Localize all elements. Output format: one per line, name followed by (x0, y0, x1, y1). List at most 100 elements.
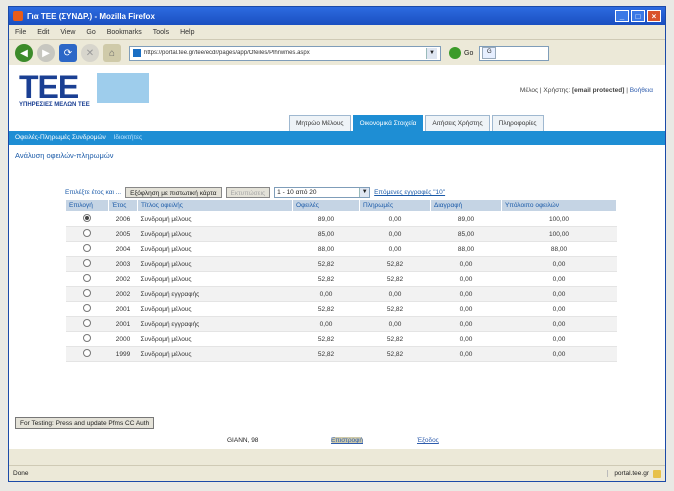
reload-icon[interactable]: ⟳ (59, 44, 77, 62)
cell-year: 2003 (108, 256, 138, 272)
tab-financial-data[interactable]: Οικονομικά Στοιχεία (352, 115, 424, 131)
cell-deleted: 85,00 (430, 226, 502, 242)
row-radio-button[interactable] (83, 319, 91, 327)
cell-title: Συνδρομή μέλους (137, 226, 293, 242)
window-title: Για ΤΕΕ (ΣΥΝΔΡ.) - Mozilla Firefox (27, 11, 155, 21)
cell-title: Συνδρομή μέλους (137, 346, 293, 362)
cell-deleted: 0,00 (430, 256, 502, 272)
cell-paid: 52,82 (359, 331, 431, 347)
row-radio-button[interactable] (83, 259, 91, 267)
cell-paid: 0,00 (359, 211, 431, 227)
row-radio-button[interactable] (83, 244, 91, 252)
url-text[interactable]: https://portal.tee.gr/tee/ecdr/pages/app… (144, 50, 426, 56)
menu-tools[interactable]: Tools (153, 29, 169, 36)
cell-deleted: 0,00 (430, 331, 502, 347)
stop-icon[interactable]: ✕ (81, 44, 99, 62)
page-range-value: 1 - 10 από 20 (277, 189, 317, 196)
menu-go[interactable]: Go (86, 29, 95, 36)
forward-icon[interactable]: ▶ (37, 44, 55, 62)
table-row: 2001 Συνδρομή μέλους 52,82 52,82 0,00 0,00 (65, 301, 617, 317)
cell-debt: 0,00 (292, 286, 360, 302)
cell-title: Συνδρομή μέλους (137, 211, 293, 227)
table-row: 2002 Συνδρομή μέλους 52,82 52,82 0,00 0,00 (65, 271, 617, 287)
test-update-button[interactable]: For Testing: Press and update Pfms CC Au… (15, 417, 155, 429)
cell-title: Συνδρομή μέλους (137, 241, 293, 257)
cell-select (65, 316, 109, 332)
row-radio-button[interactable] (83, 229, 91, 237)
cell-year: 2001 (108, 301, 138, 317)
cell-title: Συνδρομή εγγραφής (137, 316, 293, 332)
col-paid: Πληρωμές (359, 199, 431, 212)
home-icon[interactable]: ⌂ (103, 44, 121, 62)
footer-exit-link[interactable]: Έξοδος (417, 437, 439, 444)
cell-balance: 0,00 (501, 271, 617, 287)
cell-debt: 52,82 (292, 256, 360, 272)
select-year-label: Επιλέξτε έτος και ... (65, 189, 122, 196)
cell-select (65, 241, 109, 257)
table-row: 2000 Συνδρομή μέλους 52,82 52,82 0,00 0,00 (65, 331, 617, 347)
cell-year: 2002 (108, 271, 138, 287)
menu-help[interactable]: Help (180, 29, 194, 36)
cell-debt: 0,00 (292, 316, 360, 332)
page-title: Ανάλυση οφειλών-πληρωμών (15, 151, 114, 160)
table-row: 2002 Συνδρομή εγγραφής 0,00 0,00 0,00 0,00 (65, 286, 617, 302)
cell-title: Συνδρομή μέλους (137, 271, 293, 287)
chevron-down-icon[interactable]: ▼ (359, 188, 370, 197)
tab-information[interactable]: Πληροφορίες (491, 115, 544, 131)
close-button[interactable]: × (647, 10, 661, 22)
help-link[interactable]: Βοήθεια (630, 87, 653, 94)
search-engine-icon[interactable]: G (482, 47, 497, 59)
cell-deleted: 89,00 (430, 211, 502, 227)
cell-select (65, 286, 109, 302)
row-radio-button[interactable] (83, 334, 91, 342)
next-records-link[interactable]: Επόμενες εγγραφές "10" (374, 189, 445, 196)
lock-icon[interactable] (653, 469, 661, 478)
logo-text: ΤΕΕ (19, 69, 79, 105)
back-icon[interactable]: ◀ (15, 44, 33, 62)
tab-member-registry[interactable]: Μητρώο Μέλους (289, 115, 351, 131)
menu-file[interactable]: File (15, 29, 26, 36)
cell-year: 2001 (108, 316, 138, 332)
row-radio-button[interactable] (83, 214, 91, 222)
print-button: Εκτυπώσεις (225, 187, 271, 198)
row-radio-button[interactable] (83, 349, 91, 357)
cell-select (65, 331, 109, 347)
user-email: [email protected] (572, 87, 625, 94)
menu-view[interactable]: View (60, 29, 75, 36)
cell-debt: 52,82 (292, 301, 360, 317)
cell-year: 2006 (108, 211, 138, 227)
go-button[interactable]: Go (449, 47, 473, 59)
title-bar: Για ΤΕΕ (ΣΥΝΔΡ.) - Mozilla Firefox _ □ × (9, 7, 665, 25)
address-bar[interactable]: https://portal.tee.gr/tee/ecdr/pages/app… (129, 45, 441, 61)
cell-balance: 0,00 (501, 286, 617, 302)
section-bar: Οφειλές-Πληρωμές Συνδρομών Ιδιοκτήτες (9, 131, 665, 145)
cell-deleted: 0,00 (430, 316, 502, 332)
footer-home-link[interactable]: Επιστροφή (331, 437, 363, 444)
menu-edit[interactable]: Edit (37, 29, 49, 36)
navigation-toolbar: ◀ ▶ ⟳ ✕ ⌂ https://portal.tee.gr/tee/ecdr… (9, 40, 665, 67)
row-radio-button[interactable] (83, 304, 91, 312)
table-row: 2005 Συνδρομή μέλους 85,00 0,00 85,00 100,00 (65, 226, 617, 242)
cell-deleted: 0,00 (430, 346, 502, 362)
tab-user-requests[interactable]: Αιτήσεις Χρήστης (425, 115, 490, 131)
cell-select (65, 226, 109, 242)
section-title[interactable]: Οφειλές-Πληρωμές Συνδρομών (15, 134, 106, 141)
main-tabs: Μητρώο Μέλους Οικονομικά Στοιχεία Αιτήσε… (289, 115, 546, 131)
site-favicon-icon (133, 49, 141, 57)
pay-card-button[interactable]: Εξόφληση με πιστωτική κάρτα (125, 187, 222, 198)
table-row: 1999 Συνδρομή μέλους 52,82 52,82 0,00 0,00 (65, 346, 617, 362)
row-radio-button[interactable] (83, 274, 91, 282)
maximize-button[interactable]: □ (631, 10, 645, 22)
minimize-button[interactable]: _ (615, 10, 629, 22)
cell-title: Συνδρομή μέλους (137, 301, 293, 317)
tee-logo: ΤΕΕ ΥΠΗΡΕΣΙΕΣ ΜΕΛΩΝ ΤΕΕ (19, 69, 149, 108)
cell-debt: 89,00 (292, 211, 360, 227)
section-sub-link[interactable]: Ιδιοκτήτες (114, 134, 143, 141)
search-input[interactable]: G (479, 45, 550, 61)
cell-balance: 88,00 (501, 241, 617, 257)
col-debt: Οφειλές (292, 199, 360, 212)
row-radio-button[interactable] (83, 289, 91, 297)
url-dropdown-icon[interactable]: ▼ (426, 47, 437, 59)
menu-bookmarks[interactable]: Bookmarks (107, 29, 142, 36)
page-range-select[interactable]: 1 - 10 από 20 ▼ (274, 187, 371, 198)
